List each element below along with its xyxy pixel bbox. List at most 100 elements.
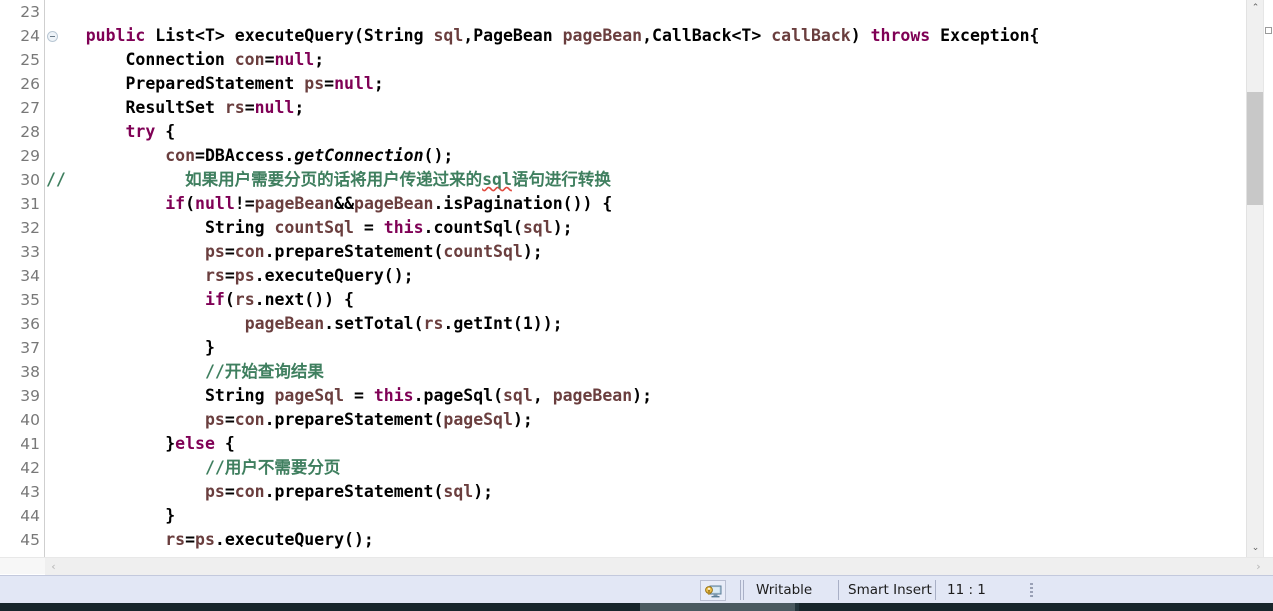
code-line[interactable]: 31 if(null!=pageBean&&pageBean.isPaginat… xyxy=(0,192,1246,216)
code-token: = xyxy=(224,242,235,261)
code-line[interactable]: 32 String countSql = this.countSql(sql); xyxy=(0,216,1246,240)
code-line-text[interactable]: rs=ps.executeQuery(); xyxy=(46,264,414,288)
code-line-text[interactable]: //用户不需要分页 xyxy=(46,456,340,480)
scroll-left-arrow-icon[interactable]: ‹ xyxy=(45,558,62,575)
code-token: ,PageBean xyxy=(463,26,563,45)
code-line-text[interactable]: Connection con=null; xyxy=(46,48,324,72)
code-line-text[interactable]: PreparedStatement ps=null; xyxy=(46,72,383,96)
code-token: PreparedStatement xyxy=(46,74,305,93)
code-token: = xyxy=(224,482,235,501)
java-editor-area[interactable]: 23 24 public List<T> executeQuery(String … xyxy=(0,0,1273,557)
overview-ruler[interactable] xyxy=(1263,0,1273,557)
code-line[interactable]: 25 Connection con=null; xyxy=(0,48,1246,72)
code-line[interactable]: 38 //开始查询结果 xyxy=(0,360,1246,384)
code-line[interactable]: 40 ps=con.prepareStatement(pageSql); xyxy=(0,408,1246,432)
code-line[interactable]: 37 } xyxy=(0,336,1246,360)
code-token: (); xyxy=(423,146,454,165)
line-number: 43 xyxy=(20,483,40,501)
code-token: pageBean xyxy=(552,386,633,405)
code-token: .prepareStatement( xyxy=(264,482,444,501)
line-number: 37 xyxy=(20,339,40,357)
horizontal-scroll-track[interactable] xyxy=(45,558,1273,575)
vertical-scrollbar[interactable]: ⌃ ⌄ xyxy=(1246,0,1264,557)
code-line-text[interactable]: ResultSet rs=null; xyxy=(46,96,304,120)
code-line[interactable]: 26 PreparedStatement ps=null; xyxy=(0,72,1246,96)
code-token: ResultSet xyxy=(46,98,225,117)
os-taskbar[interactable] xyxy=(0,603,1273,611)
code-line-text[interactable]: if(rs.next()) { xyxy=(46,288,354,312)
code-token: this xyxy=(383,218,424,237)
code-line-text[interactable]: } xyxy=(46,336,215,360)
code-viewport[interactable]: 23 24 public List<T> executeQuery(String … xyxy=(0,0,1246,557)
code-line-text[interactable]: ps=con.prepareStatement(sql); xyxy=(46,480,493,504)
code-line[interactable]: 23 xyxy=(0,0,1246,24)
code-line-text[interactable]: con=DBAccess.getConnection(); xyxy=(46,144,453,168)
code-line[interactable]: 34 rs=ps.executeQuery(); xyxy=(0,264,1246,288)
code-line-text[interactable]: ps=con.prepareStatement(pageSql); xyxy=(46,408,533,432)
writable-indicator-button[interactable] xyxy=(700,580,726,601)
code-line-text[interactable]: if(null!=pageBean&&pageBean.isPagination… xyxy=(46,192,612,216)
taskbar-active-item[interactable] xyxy=(640,603,795,611)
code-line[interactable]: 28 try { xyxy=(0,120,1246,144)
code-token: List<T> executeQuery(String xyxy=(145,26,434,45)
vertical-scroll-thumb[interactable] xyxy=(1247,92,1264,205)
code-token: this xyxy=(373,386,414,405)
code-token: .setTotal( xyxy=(324,314,424,333)
status-writable[interactable]: Writable xyxy=(740,576,840,604)
scroll-up-arrow-icon[interactable]: ⌃ xyxy=(1247,0,1264,17)
code-line[interactable]: 43 ps=con.prepareStatement(sql); xyxy=(0,480,1246,504)
code-line[interactable]: 42 //用户不需要分页 xyxy=(0,456,1246,480)
code-line-text[interactable]: pageBean.setTotal(rs.getInt(1)); xyxy=(46,312,563,336)
scroll-right-arrow-icon[interactable]: › xyxy=(1250,558,1267,575)
code-token: pageBean xyxy=(254,194,335,213)
code-token: if xyxy=(165,194,186,213)
status-resize-grip-icon[interactable] xyxy=(1030,583,1033,598)
code-line-text[interactable]: //开始查询结果 xyxy=(46,360,324,384)
code-token: && xyxy=(334,194,355,213)
code-token: ); xyxy=(632,386,653,405)
code-line-text[interactable]: rs=ps.executeQuery(); xyxy=(46,528,374,552)
code-line[interactable]: 36 pageBean.setTotal(rs.getInt(1)); xyxy=(0,312,1246,336)
code-line[interactable]: 41 }else { xyxy=(0,432,1246,456)
code-token: ( xyxy=(224,290,235,309)
code-line-text[interactable]: // 如果用户需要分页的话将用户传递过来的sql语句进行转换 xyxy=(46,168,611,192)
code-line[interactable]: 45 rs=ps.executeQuery(); xyxy=(0,528,1246,552)
code-token: null xyxy=(254,98,295,117)
line-number: 32 xyxy=(20,219,40,237)
code-line[interactable]: 35 if(rs.next()) { xyxy=(0,288,1246,312)
code-line-text[interactable]: String pageSql = this.pageSql(sql, pageB… xyxy=(46,384,652,408)
code-line[interactable]: 44 } xyxy=(0,504,1246,528)
code-token: else xyxy=(175,434,215,453)
code-line-text[interactable]: public List<T> executeQuery(String sql,P… xyxy=(46,24,1040,48)
code-token: Exception{ xyxy=(930,26,1040,45)
code-token: .executeQuery(); xyxy=(214,530,374,549)
code-token: if xyxy=(204,290,225,309)
taskbar-item[interactable] xyxy=(795,603,799,611)
code-token: .prepareStatement( xyxy=(264,410,444,429)
code-token: countSql xyxy=(443,242,523,261)
code-line-text[interactable]: try { xyxy=(46,120,175,144)
code-line[interactable]: 39 String pageSql = this.pageSql(sql, pa… xyxy=(0,384,1246,408)
code-line-text[interactable]: } xyxy=(46,504,175,528)
code-line[interactable]: 24 public List<T> executeQuery(String sq… xyxy=(0,24,1246,48)
code-line[interactable]: 27 ResultSet rs=null; xyxy=(0,96,1246,120)
code-token: 如果用户需要分页的话将用户传递过来的 xyxy=(185,170,483,189)
line-number: 24 xyxy=(20,27,40,45)
code-lines-container[interactable]: 23 24 public List<T> executeQuery(String … xyxy=(0,0,1246,557)
code-token: ps xyxy=(204,410,225,429)
code-line-text[interactable]: String countSql = this.countSql(sql); xyxy=(46,216,573,240)
scroll-down-arrow-icon[interactable]: ⌄ xyxy=(1247,540,1264,557)
code-line[interactable]: 33 ps=con.prepareStatement(countSql); xyxy=(0,240,1246,264)
status-cursor-position[interactable]: 11 : 1 xyxy=(935,576,1045,604)
code-line-text[interactable]: ps=con.prepareStatement(countSql); xyxy=(46,240,543,264)
code-line-text[interactable]: }else { xyxy=(46,432,235,456)
horizontal-scrollbar[interactable]: ‹ › xyxy=(0,557,1273,575)
code-token: .pageSql( xyxy=(413,386,503,405)
code-line[interactable]: 30 // 如果用户需要分页的话将用户传递过来的sql语句进行转换 xyxy=(0,168,1246,192)
overview-ruler-marker[interactable] xyxy=(1265,27,1272,34)
code-line[interactable]: 29 con=DBAccess.getConnection(); xyxy=(0,144,1246,168)
